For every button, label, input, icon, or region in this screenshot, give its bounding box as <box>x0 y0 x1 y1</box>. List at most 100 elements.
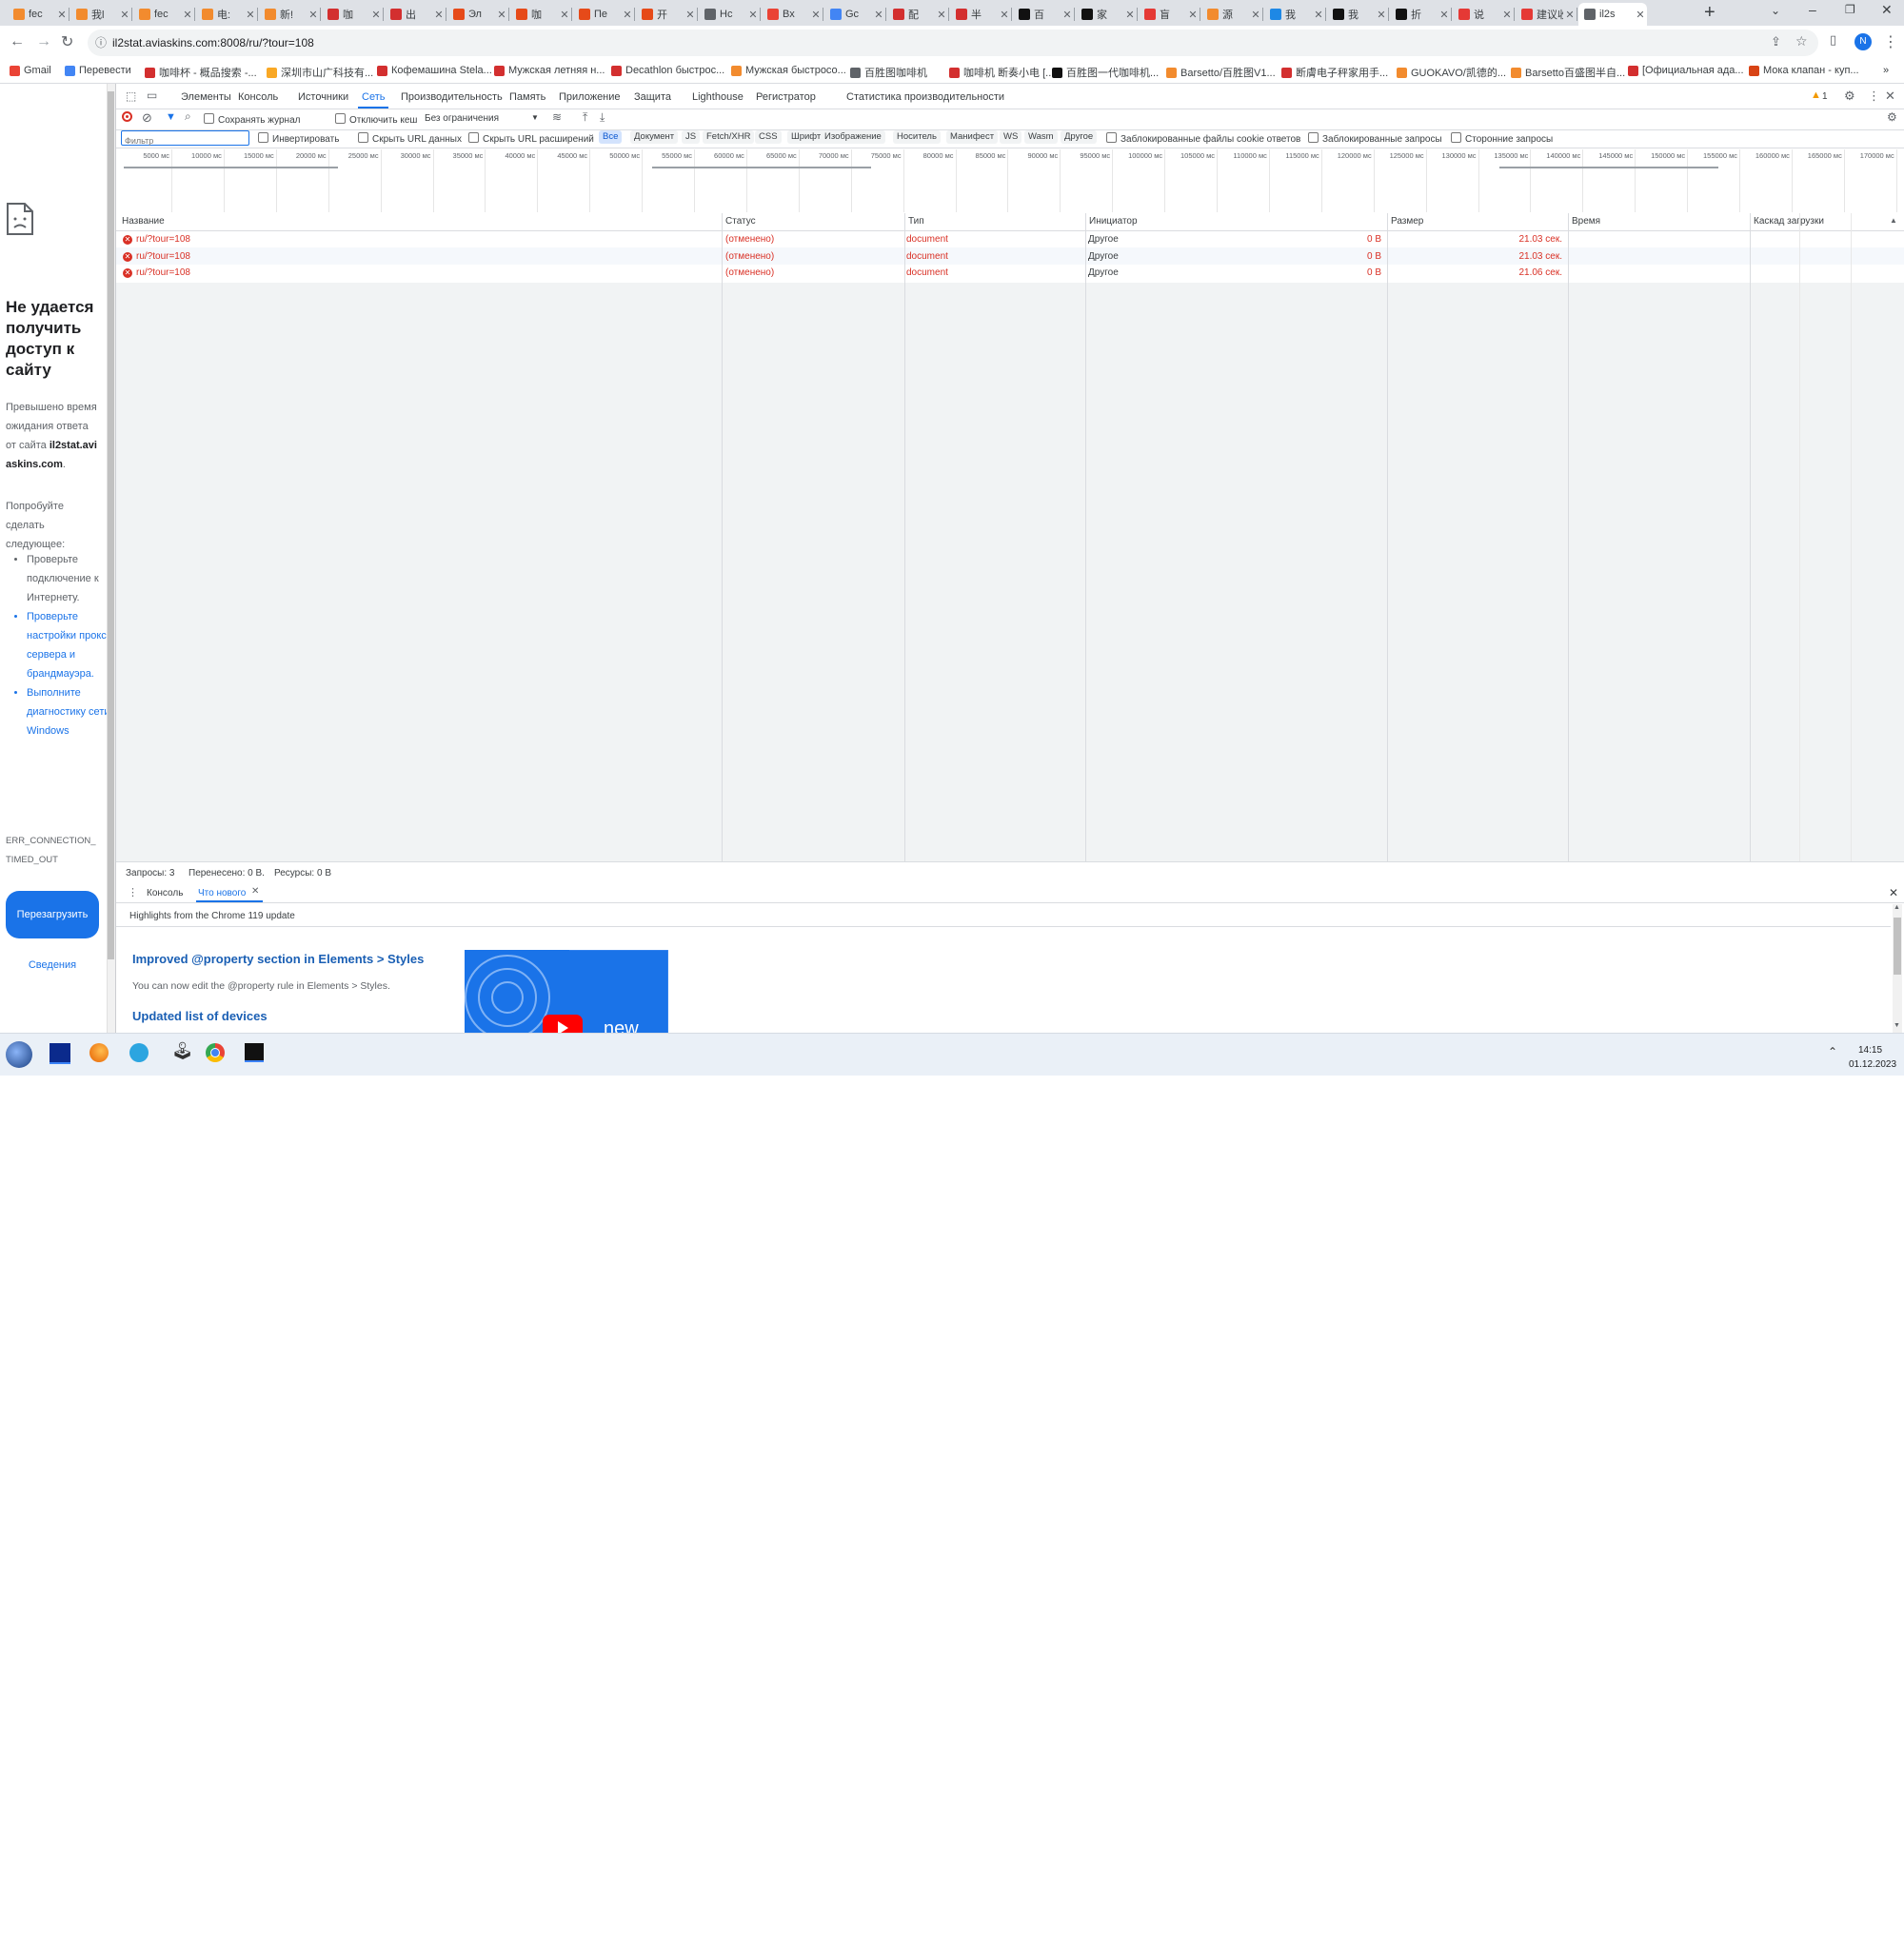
browser-tab[interactable]: 开 ✕ <box>636 3 697 26</box>
column-header[interactable]: Каскад загрузки <box>1754 216 1824 227</box>
close-window-button[interactable]: ✕ <box>1881 2 1893 18</box>
column-divider[interactable] <box>722 213 723 861</box>
browser-tab[interactable]: Пе ✕ <box>573 3 634 26</box>
forward-arrow-icon[interactable]: → <box>36 33 51 50</box>
column-divider[interactable] <box>904 213 905 861</box>
bookmark-item[interactable]: Gmail <box>10 65 51 76</box>
tab-close-icon[interactable]: ✕ <box>1634 9 1647 21</box>
new-tab-button[interactable]: + <box>1704 2 1716 24</box>
type-filter-button[interactable]: Шрифт <box>787 130 825 144</box>
drawer-tab-whats-new[interactable]: Что нового <box>198 888 246 898</box>
filter-input[interactable] <box>121 130 249 148</box>
browser-tab[interactable]: fec ✕ <box>133 3 194 26</box>
import-har-icon[interactable]: ⤒ <box>583 110 587 125</box>
bookmark-item[interactable]: 咖啡机 断奏小电 [... <box>949 65 1054 80</box>
filter-input-field[interactable] <box>122 134 249 148</box>
export-har-icon[interactable]: ⤓ <box>600 110 605 125</box>
devtools-close-icon[interactable]: ✕ <box>1885 89 1895 104</box>
devtools-tab[interactable]: Статистика производительности <box>846 91 1004 103</box>
drawer-close-icon[interactable]: ✕ <box>1889 886 1898 899</box>
tab-close-icon[interactable]: ✕ <box>684 9 697 21</box>
cell-initiator[interactable]: Другое <box>1088 234 1119 245</box>
device-toolbar-icon[interactable]: ▭ <box>147 89 157 102</box>
column-divider[interactable] <box>1750 213 1751 861</box>
column-divider[interactable] <box>1085 213 1086 861</box>
tab-close-icon[interactable]: ✕ <box>181 9 194 21</box>
address-bar[interactable]: ⓘ il2stat.aviaskins.com:8008/ru/?tour=10… <box>88 30 1818 56</box>
column-header[interactable]: Размер <box>1391 216 1423 227</box>
drawer-scrollbar-thumb[interactable] <box>1894 918 1901 975</box>
browser-tab[interactable]: 咖 ✕ <box>322 3 383 26</box>
type-filter-button[interactable]: CSS <box>755 130 782 144</box>
browser-tab[interactable]: 百 ✕ <box>1013 3 1074 26</box>
warning-icon[interactable]: ▲ <box>1811 89 1821 101</box>
browser-tab[interactable]: Вх ✕ <box>762 3 823 26</box>
scroll-down-icon[interactable]: ▼ <box>1894 1022 1900 1029</box>
bookmark-item[interactable]: GUOKAVO/凯德的... <box>1397 65 1506 80</box>
browser-tab[interactable]: 配 ✕ <box>887 3 948 26</box>
tab-close-icon[interactable]: ✕ <box>1249 9 1262 21</box>
cell-name[interactable]: ru/?tour=108 <box>136 234 190 245</box>
bookmark-item[interactable]: 百胜图咖啡机 <box>850 65 927 80</box>
youtube-play-icon[interactable] <box>543 1015 583 1033</box>
type-filter-button[interactable]: Носитель <box>893 130 941 144</box>
table-row[interactable] <box>116 266 1904 282</box>
whats-new-item-title[interactable]: Updated list of devices <box>132 1009 268 1023</box>
browser-tab[interactable]: 我 ✕ <box>1327 3 1388 26</box>
network-settings-icon[interactable]: ⚙ <box>1887 110 1897 124</box>
hide-ext-urls-checkbox[interactable]: Скрыть URL расширений <box>468 132 594 145</box>
warning-count[interactable]: 1 <box>1822 91 1828 102</box>
clock-date[interactable]: 01.12.2023 <box>1849 1059 1896 1070</box>
tab-close-icon[interactable]: ✕ <box>621 9 634 21</box>
browser-tab[interactable]: 出 ✕ <box>385 3 446 26</box>
type-filter-button[interactable]: Все <box>599 130 623 144</box>
browser-tab[interactable]: 说 ✕ <box>1453 3 1514 26</box>
menu-dots-icon[interactable]: ⋮ <box>1883 32 1898 51</box>
tab-close-icon[interactable]: ✕ <box>55 9 69 21</box>
cell-name[interactable]: ru/?tour=108 <box>136 251 190 262</box>
devtools-tab[interactable]: Защита <box>634 91 671 103</box>
whats-new-video[interactable]: new <box>465 950 668 1033</box>
terminal-icon[interactable] <box>245 1043 264 1062</box>
record-icon[interactable] <box>122 111 132 122</box>
devtools-tab[interactable]: Регистратор <box>756 91 816 103</box>
bookmark-item[interactable]: [Официальная ада... <box>1628 65 1744 76</box>
cell-initiator[interactable]: Другое <box>1088 251 1119 262</box>
devtools-tab[interactable]: Источники <box>298 91 348 103</box>
browser-tab[interactable]: il2s ✕ <box>1578 3 1647 26</box>
devtools-tab[interactable]: Консоль <box>238 91 278 103</box>
tab-close-icon[interactable]: ✕ <box>1312 9 1325 21</box>
devtools-tab[interactable]: Элементы <box>181 91 231 103</box>
browser-tab[interactable]: 源 ✕ <box>1201 3 1262 26</box>
drawer-tab-console[interactable]: Консоль <box>147 888 183 898</box>
telegram-icon[interactable] <box>129 1043 149 1062</box>
joystick-icon[interactable]: 🕹 <box>171 1041 193 1061</box>
bookmark-item[interactable]: Barsetto百盛图半自... <box>1511 65 1625 80</box>
type-filter-button[interactable]: WS <box>1000 130 1022 144</box>
tab-close-icon[interactable]: ✕ <box>1563 9 1577 21</box>
tab-close-icon[interactable]: ✕ <box>369 9 383 21</box>
hide-data-urls-checkbox[interactable]: Скрыть URL данных <box>358 132 462 145</box>
disable-cache-checkbox[interactable]: Отключить кеш <box>335 113 417 126</box>
minimize-button[interactable]: – <box>1809 2 1816 17</box>
tab-close-icon[interactable]: ✕ <box>307 9 320 21</box>
column-divider[interactable] <box>1387 213 1388 861</box>
tab-close-icon[interactable]: ✕ <box>935 9 948 21</box>
type-filter-button[interactable]: JS <box>682 130 701 144</box>
browser-tab[interactable]: 我 ✕ <box>1264 3 1325 26</box>
share-icon[interactable]: ⇪ <box>1771 34 1781 49</box>
browser-tab[interactable]: Эл ✕ <box>447 3 508 26</box>
browser-tab[interactable]: Gc ✕ <box>824 3 885 26</box>
clear-icon[interactable]: ⊘ <box>142 110 152 126</box>
column-header[interactable]: Название <box>122 216 165 227</box>
throttle-select[interactable]: Без ограничения ▼ <box>425 113 539 124</box>
devtools-tab[interactable]: Приложение <box>559 91 621 103</box>
cell-name[interactable]: ru/?tour=108 <box>136 267 190 278</box>
browser-tab[interactable]: 建议收 ✕ <box>1516 3 1577 26</box>
taskbar-app-icon[interactable] <box>50 1043 70 1064</box>
column-divider[interactable] <box>1568 213 1569 861</box>
reload-button[interactable]: Перезагрузить <box>6 891 99 938</box>
browser-tab[interactable]: 半 ✕ <box>950 3 1011 26</box>
tab-close-icon[interactable]: ✕ <box>1186 9 1200 21</box>
overview-timeline[interactable] <box>116 148 1904 214</box>
